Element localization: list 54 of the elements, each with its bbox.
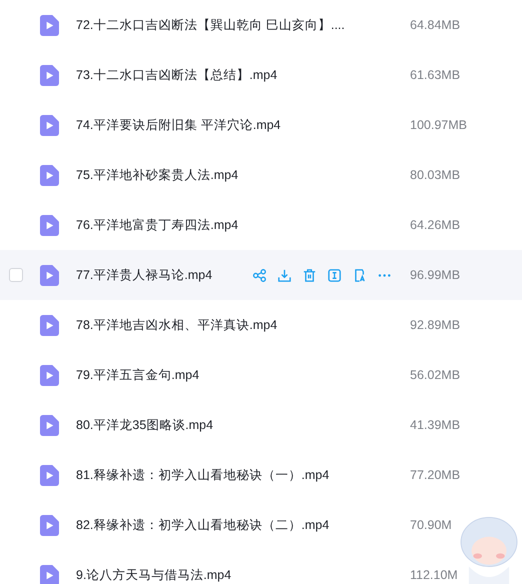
- video-file-icon: [40, 214, 59, 236]
- file-name[interactable]: 73.十二水口吉凶断法【总结】.mp4: [76, 66, 410, 84]
- download-icon[interactable]: [277, 268, 292, 282]
- file-name[interactable]: 81.释缘补遗：初学入山看地秘诀（一）.mp4: [76, 466, 410, 484]
- file-size: 100.97MB: [410, 118, 468, 132]
- video-file-icon: [40, 414, 59, 436]
- file-name[interactable]: 75.平洋地补砂案贵人法.mp4: [76, 166, 410, 184]
- file-row[interactable]: 9.论八方天马与借马法.mp4 112.10M: [0, 550, 522, 584]
- file-size: 77.20MB: [410, 468, 462, 482]
- file-size: 41.39MB: [410, 418, 462, 432]
- file-row[interactable]: 74.平洋要诀后附旧集 平洋穴论.mp4 100.97MB: [0, 100, 522, 150]
- file-size: 61.63MB: [410, 68, 462, 82]
- file-name[interactable]: 74.平洋要诀后附旧集 平洋穴论.mp4: [76, 116, 410, 134]
- file-row[interactable]: 79.平洋五言金句.mp4 56.02MB: [0, 350, 522, 400]
- video-file-icon: [40, 114, 59, 136]
- file-row[interactable]: 82.释缘补遗：初学入山看地秘诀（二）.mp4 70.90M: [0, 500, 522, 550]
- file-row[interactable]: 81.释缘补遗：初学入山看地秘诀（一）.mp4 77.20MB: [0, 450, 522, 500]
- trash-icon[interactable]: [302, 268, 317, 282]
- file-row[interactable]: 80.平洋龙35图略谈.mp4 41.39MB: [0, 400, 522, 450]
- file-name[interactable]: 82.释缘补遗：初学入山看地秘诀（二）.mp4: [76, 516, 410, 534]
- video-file-icon: [40, 14, 59, 36]
- file-name[interactable]: 79.平洋五言金句.mp4: [76, 366, 410, 384]
- video-file-icon: [40, 64, 59, 86]
- video-file-icon: [40, 464, 59, 486]
- video-file-icon: [40, 514, 59, 536]
- file-row[interactable]: 78.平洋地吉凶水相、平洋真诀.mp4 92.89MB: [0, 300, 522, 350]
- file-size: 70.90M: [410, 518, 453, 532]
- video-file-icon: [40, 314, 59, 336]
- video-file-icon: [40, 364, 59, 386]
- file-size: 56.02MB: [410, 368, 462, 382]
- checkbox[interactable]: [9, 268, 23, 282]
- file-name[interactable]: 77.平洋贵人禄马论.mp4: [76, 266, 252, 284]
- file-size: 64.84MB: [410, 18, 462, 32]
- file-row[interactable]: 77.平洋贵人禄马论.mp4 96.99MB: [0, 250, 522, 300]
- file-row[interactable]: 76.平洋地富贵丁寿四法.mp4 64.26MB: [0, 200, 522, 250]
- assistant-mascot-icon[interactable]: [458, 514, 520, 584]
- file-name[interactable]: 80.平洋龙35图略谈.mp4: [76, 416, 410, 434]
- file-name[interactable]: 9.论八方天马与借马法.mp4: [76, 566, 410, 584]
- file-name[interactable]: 72.十二水口吉凶断法【巽山乾向 巳山亥向】....: [76, 16, 410, 34]
- file-name[interactable]: 78.平洋地吉凶水相、平洋真诀.mp4: [76, 316, 410, 334]
- file-size: 92.89MB: [410, 318, 462, 332]
- file-row[interactable]: 73.十二水口吉凶断法【总结】.mp4 61.63MB: [0, 50, 522, 100]
- ai-document-icon[interactable]: [352, 268, 367, 282]
- file-name[interactable]: 76.平洋地富贵丁寿四法.mp4: [76, 216, 410, 234]
- file-size: 64.26MB: [410, 218, 462, 232]
- file-size: 112.10M: [410, 568, 459, 582]
- file-row[interactable]: 72.十二水口吉凶断法【巽山乾向 巳山亥向】.... 64.84MB: [0, 0, 522, 50]
- video-file-icon: [40, 264, 59, 286]
- file-row[interactable]: 75.平洋地补砂案贵人法.mp4 80.03MB: [0, 150, 522, 200]
- file-size: 80.03MB: [410, 168, 462, 182]
- share-icon[interactable]: [252, 268, 267, 282]
- rename-icon[interactable]: [327, 268, 342, 282]
- video-file-icon: [40, 164, 59, 186]
- file-size: 96.99MB: [410, 268, 462, 282]
